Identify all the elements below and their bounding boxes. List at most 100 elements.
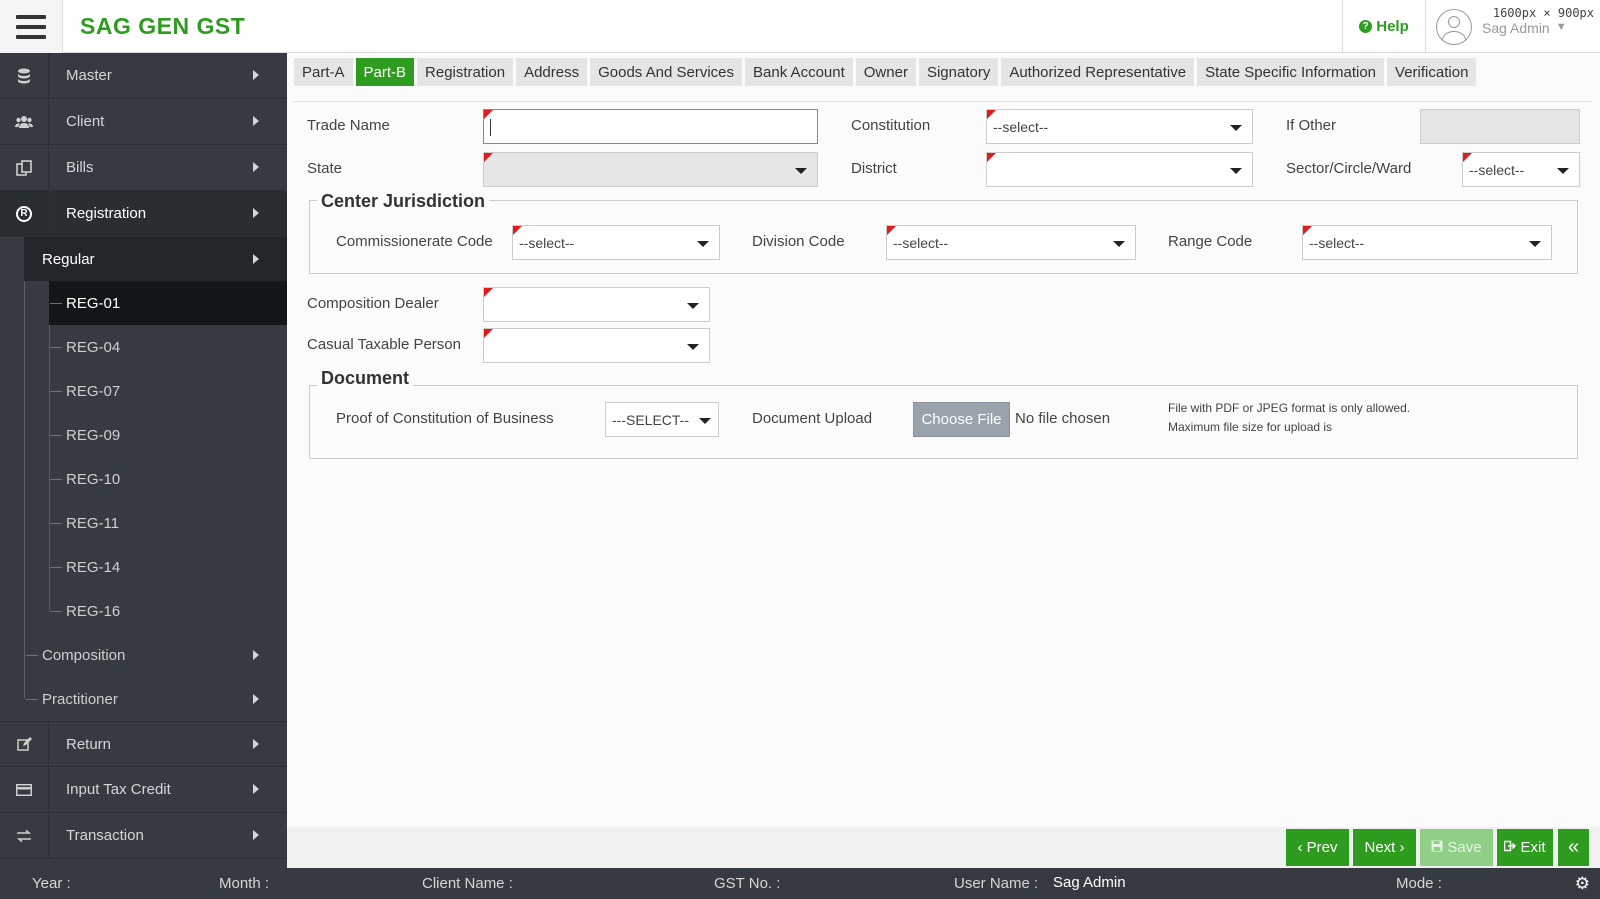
- avatar-icon: [1436, 8, 1472, 45]
- sector-select[interactable]: --select--: [1462, 152, 1580, 187]
- trade-name-label: Trade Name: [307, 117, 390, 134]
- commissionerate-select[interactable]: --select--: [512, 225, 720, 260]
- tab-address[interactable]: Address: [516, 58, 588, 86]
- submenu-practitioner[interactable]: Practitioner: [0, 677, 287, 721]
- submenu-label: Composition: [42, 646, 126, 664]
- composition-dealer-select[interactable]: [483, 287, 710, 322]
- caret-right-icon: [253, 830, 259, 840]
- proof-constitution-label: Proof of Constitution of Business: [336, 410, 554, 427]
- trade-name-input[interactable]: [483, 109, 818, 144]
- district-label: District: [851, 160, 897, 177]
- main-content: Part-A Part-B Registration Address Goods…: [287, 53, 1600, 828]
- menu-reg-04[interactable]: REG-04: [0, 325, 287, 369]
- tab-bar: Part-A Part-B Registration Address Goods…: [294, 58, 1477, 86]
- exit-label: Exit: [1520, 839, 1546, 856]
- hamburger-menu-icon[interactable]: [0, 0, 63, 53]
- tab-verification[interactable]: Verification: [1387, 58, 1477, 86]
- range-select[interactable]: --select--: [1302, 225, 1552, 260]
- dropdown-arrow-icon: [1557, 168, 1569, 174]
- question-icon: ?: [1359, 20, 1373, 33]
- menu-reg-14[interactable]: REG-14: [0, 545, 287, 589]
- mode-label: Mode :: [1396, 875, 1442, 892]
- status-bar: Year : Month : Client Name : GST No. : U…: [0, 868, 1600, 899]
- menu-reg-07[interactable]: REG-07: [0, 369, 287, 413]
- constitution-select[interactable]: --select--: [986, 109, 1253, 144]
- edit-icon: [0, 722, 49, 766]
- collapse-double-chevron-icon[interactable]: «: [1558, 829, 1589, 866]
- district-select[interactable]: [986, 152, 1253, 187]
- app-brand: SAG GEN GST: [80, 13, 246, 39]
- casual-taxable-label: Casual Taxable Person: [307, 336, 461, 353]
- division-select[interactable]: --select--: [886, 225, 1136, 260]
- sidebar-item-label: Transaction: [66, 827, 144, 844]
- tab-goods-and-services[interactable]: Goods And Services: [590, 58, 743, 86]
- exit-button[interactable]: Exit: [1497, 829, 1553, 866]
- caret-right-icon: [253, 254, 259, 264]
- proof-constitution-value: ---SELECT--: [612, 412, 689, 428]
- document-upload-label: Document Upload: [752, 410, 873, 427]
- save-button[interactable]: Save: [1420, 829, 1493, 866]
- caret-right-icon: [253, 70, 259, 80]
- menu-reg-01[interactable]: REG-01: [49, 281, 287, 325]
- dropdown-arrow-icon: [1230, 168, 1242, 174]
- tab-authorized-representative[interactable]: Authorized Representative: [1001, 58, 1195, 86]
- state-select[interactable]: [483, 152, 818, 187]
- gst-no-label: GST No. :: [714, 875, 781, 892]
- menu-reg-10[interactable]: REG-10: [0, 457, 287, 501]
- tab-signatory[interactable]: Signatory: [918, 58, 999, 86]
- commissionerate-value: --select--: [519, 235, 575, 251]
- if-other-input[interactable]: [1420, 109, 1580, 144]
- user-name-value: Sag Admin: [1053, 874, 1126, 891]
- screen-size-label: 1600px × 900px: [1492, 6, 1594, 20]
- tab-part-b[interactable]: Part-B: [355, 58, 415, 86]
- top-header: SAG GEN GST ? Help Sag Admin ▼ 1600px × …: [0, 0, 1600, 53]
- document-legend: Document: [317, 368, 414, 389]
- range-value: --select--: [1309, 235, 1365, 251]
- next-button[interactable]: Next ›: [1353, 829, 1416, 866]
- dropdown-arrow-icon: [1230, 125, 1242, 131]
- sidebar-item-return[interactable]: Return: [0, 721, 287, 767]
- constitution-value: --select--: [993, 119, 1049, 135]
- no-file-text: No file chosen: [1015, 410, 1111, 427]
- sidebar-item-label: Master: [66, 67, 112, 84]
- sidebar-item-transaction[interactable]: Transaction: [0, 813, 287, 859]
- sidebar-item-bills[interactable]: Bills: [0, 145, 287, 191]
- casual-taxable-select[interactable]: [483, 328, 710, 363]
- constitution-label: Constitution: [851, 117, 931, 134]
- proof-constitution-select[interactable]: ---SELECT--: [605, 402, 719, 437]
- tab-owner[interactable]: Owner: [855, 58, 916, 86]
- menu-reg-16[interactable]: REG-16: [0, 589, 287, 633]
- caret-right-icon: [253, 650, 259, 660]
- menu-reg-11[interactable]: REG-11: [0, 501, 287, 545]
- commissionerate-label: Commissionerate Code: [336, 233, 493, 250]
- sector-label: Sector/Circle/Ward: [1286, 160, 1412, 177]
- tab-bank-account[interactable]: Bank Account: [745, 58, 853, 86]
- gear-icon[interactable]: ⚙: [1575, 874, 1590, 894]
- sector-value: --select--: [1469, 162, 1525, 178]
- menu-reg-09[interactable]: REG-09: [0, 413, 287, 457]
- sidebar-item-registration[interactable]: R Registration: [0, 191, 287, 237]
- upload-note-line1: File with PDF or JPEG format is only all…: [1168, 401, 1411, 415]
- sidebar-item-label: Registration: [66, 205, 147, 222]
- choose-file-button[interactable]: Choose File: [913, 402, 1010, 437]
- submenu-composition[interactable]: Composition: [0, 633, 287, 677]
- user-name: Sag Admin: [1482, 19, 1550, 36]
- sidebar-item-label: Return: [66, 735, 112, 753]
- division-label: Division Code: [752, 233, 845, 250]
- tab-registration[interactable]: Registration: [417, 58, 514, 86]
- sidebar-item-master[interactable]: Master: [0, 53, 287, 99]
- exchange-icon: [0, 813, 49, 858]
- sidebar-item-input-tax-credit[interactable]: Input Tax Credit: [0, 767, 287, 813]
- copy-icon: [0, 145, 49, 190]
- tab-state-specific-information[interactable]: State Specific Information: [1197, 58, 1385, 86]
- help-button[interactable]: ? Help: [1342, 0, 1426, 53]
- chevron-down-icon: ▼: [1555, 20, 1567, 33]
- submenu-regular[interactable]: Regular: [24, 237, 287, 281]
- client-name-label: Client Name :: [422, 875, 513, 892]
- tab-part-a[interactable]: Part-A: [294, 58, 353, 86]
- sidebar-item-client[interactable]: Client: [0, 99, 287, 145]
- prev-button[interactable]: ‹ Prev: [1286, 829, 1349, 866]
- year-label: Year :: [32, 875, 71, 892]
- caret-right-icon: [253, 784, 259, 794]
- caret-right-icon: [253, 739, 259, 749]
